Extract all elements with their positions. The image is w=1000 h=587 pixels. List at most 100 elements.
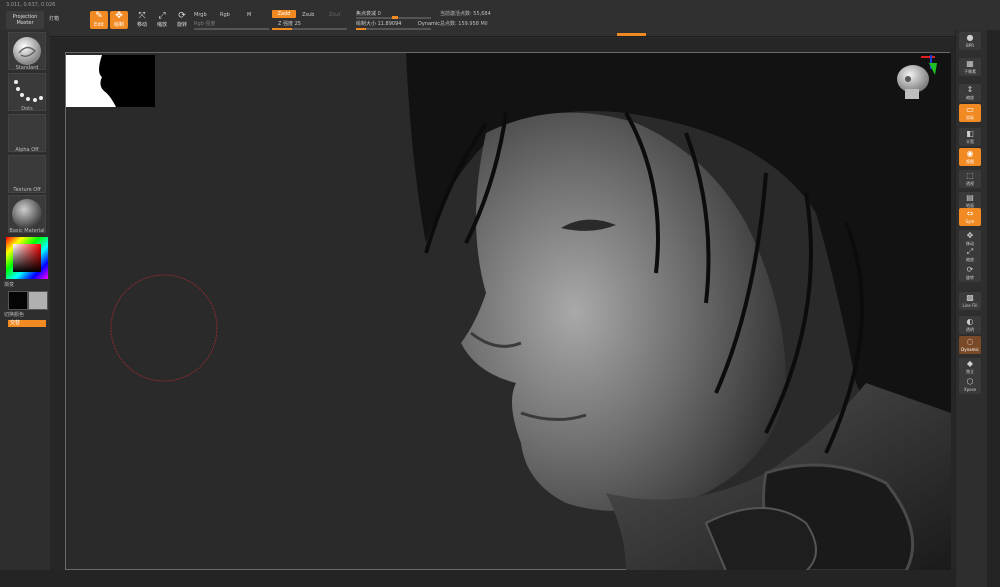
rotate-icon: ⟳ <box>178 11 186 21</box>
document-frame <box>65 52 951 570</box>
floor-icon: ▤ <box>966 193 974 202</box>
color-picker[interactable] <box>6 237 48 279</box>
main-color-swatch[interactable] <box>8 291 28 310</box>
orientation-gizmo[interactable] <box>891 53 937 105</box>
switch-color-button[interactable]: 切换颜色 <box>4 311 44 318</box>
camera-icon: ◉ <box>966 149 974 158</box>
draw-size-fill <box>356 28 366 30</box>
polyf-icon: ▩ <box>966 293 974 302</box>
projection-master-button[interactable]: Projection Master <box>6 11 44 29</box>
active-points-readout: 当前激活点数: 55,684 <box>440 11 491 17</box>
draw-size-track[interactable] <box>356 28 431 30</box>
right-shelf-label-14: 透明 <box>966 327 974 332</box>
material-label: Basic Material <box>9 228 45 234</box>
standard-brush-icon <box>13 37 41 65</box>
solo-icon: ◆ <box>966 359 974 368</box>
right-shelf-label-17: Xpose <box>963 387 977 392</box>
transp-icon: ◐ <box>966 317 974 326</box>
right-shelf-button-5[interactable]: ◧ 半宽 <box>959 128 981 146</box>
edit-icon: ✎ <box>95 11 103 21</box>
lightbox-button[interactable]: 灯箱 <box>49 16 59 22</box>
dynamic-button[interactable]: Dynamic <box>418 21 440 27</box>
right-edge-scroll[interactable] <box>987 30 1000 587</box>
right-shelf-button-7[interactable]: ⬚ 透视 <box>959 170 981 188</box>
total-points-readout: 总点数: 159.958 Mil <box>440 21 488 27</box>
rgb-button[interactable]: Rgb <box>220 12 230 18</box>
right-shelf-button-17[interactable]: ⬡ Xpose <box>959 376 981 394</box>
texture-label: Texture Off <box>13 187 41 193</box>
rotate-button[interactable]: ⟳ 旋转 <box>173 11 191 29</box>
grid-icon: ▦ <box>966 59 974 68</box>
zcut-button[interactable]: Zcut <box>329 12 340 18</box>
material-sphere-icon <box>12 199 42 229</box>
right-shelf-label-16: 独立 <box>966 369 974 374</box>
navigation-thumbnail[interactable] <box>66 55 155 107</box>
move-icon: ⤧ <box>138 11 146 21</box>
color-wheel-icon <box>6 237 48 279</box>
rect-icon: ▭ <box>966 105 974 114</box>
document-tab-indicator[interactable] <box>617 33 646 36</box>
focal-shift-thumb[interactable] <box>392 16 398 19</box>
right-shelf-button-11[interactable]: ⤢ 缩放 <box>959 246 981 264</box>
brush-label: Standard <box>15 65 39 71</box>
right-shelf-button-1[interactable]: ● BPR <box>959 32 981 50</box>
brush-cursor <box>110 274 218 382</box>
zsub-button[interactable]: Zsub <box>302 12 314 18</box>
scale-button[interactable]: ⤢ 缩放 <box>153 11 171 29</box>
ghost-icon: ◌ <box>966 337 974 346</box>
right-shelf-button-13[interactable]: ▩ Line Fill <box>959 292 981 310</box>
mrgb-button[interactable]: Mrgb <box>194 12 207 18</box>
right-shelf-button-3[interactable]: ⇕ 缩放 <box>959 84 981 102</box>
edit-button[interactable]: ✎ Edit <box>90 11 108 29</box>
right-shelf-button-6[interactable]: ◉ 视图 <box>959 148 981 166</box>
left-shelf: Standard Dots Alpha Off Texture Off Basi… <box>0 30 50 587</box>
rgb-intensity-slider[interactable]: Rgb 强度 <box>194 21 215 27</box>
document-canvas[interactable] <box>50 38 955 570</box>
scale-icon: ⤢ <box>966 247 974 256</box>
z-intensity-slider[interactable]: Z 强度 25 <box>278 21 301 27</box>
m-button[interactable]: M <box>247 12 251 18</box>
right-shelf-label-7: 透视 <box>966 181 974 186</box>
scale-icon: ⤢ <box>158 11 166 21</box>
draw-label: 绘制 <box>113 22 124 28</box>
zadd-button[interactable]: Zadd <box>272 10 296 18</box>
sphere-icon: ● <box>966 33 974 42</box>
right-shelf-button-16[interactable]: ◆ 独立 <box>959 358 981 376</box>
alternate-button[interactable]: 交替 <box>8 320 46 327</box>
edit-label: Edit <box>94 22 104 28</box>
draw-size-slider[interactable]: 绘制大小 11.89094 <box>356 21 401 27</box>
right-shelf-label-2: 子像素 <box>964 69 976 74</box>
right-shelf-button-4[interactable]: ▭ 实际 <box>959 104 981 122</box>
right-shelf-label-15: Dynamic <box>961 347 979 352</box>
rgb-intensity-track[interactable] <box>194 28 269 30</box>
halfrect-icon: ◧ <box>966 129 974 138</box>
move-label: 移动 <box>136 22 147 28</box>
right-shelf-label-11: 缩放 <box>966 257 974 262</box>
draw-button[interactable]: ✥ 绘制 <box>110 11 128 29</box>
rotate-label: 旋转 <box>176 22 187 28</box>
right-shelf-label-6: 视图 <box>966 159 974 164</box>
right-shelf: ● BPR ▦ 子像素 ⇕ 缩放 ▭ 实际 ◧ 半宽 ◉ 视图 ⬚ 透视 ▤ 地面 ⇔ Sym ✥ 移动 ⤢ 缩放 ⟳ 旋转 ▩… <box>955 30 988 587</box>
secondary-color-swatch[interactable] <box>28 291 48 310</box>
right-shelf-button-2[interactable]: ▦ 子像素 <box>959 58 981 76</box>
right-shelf-button-15[interactable]: ◌ Dynamic <box>959 336 981 354</box>
gradient-label[interactable]: 渐变 <box>4 281 44 288</box>
draw-icon: ✥ <box>115 11 123 21</box>
right-shelf-label-5: 半宽 <box>966 139 974 144</box>
coordinates-readout: 3.011, 0.637, 0.026 <box>6 2 56 8</box>
move-button[interactable]: ⤧ 移动 <box>133 11 151 29</box>
scale-label: 缩放 <box>156 22 167 28</box>
right-shelf-label-9: Sym <box>965 219 975 224</box>
right-shelf-label-3: 缩放 <box>966 95 974 100</box>
right-shelf-button-12[interactable]: ⟳ 旋转 <box>959 264 981 282</box>
top-toolbar: 3.011, 0.637, 0.026 Projection Master 灯箱… <box>0 0 1000 37</box>
xpose-icon: ⬡ <box>966 377 974 386</box>
perspective-icon: ⬚ <box>966 171 974 180</box>
dots-stroke-icon <box>14 80 43 102</box>
right-shelf-button-14[interactable]: ◐ 透明 <box>959 316 981 334</box>
sym-icon: ⇔ <box>966 209 974 218</box>
right-shelf-button-9[interactable]: ⇔ Sym <box>959 208 981 226</box>
stroke-label: Dots <box>21 106 33 112</box>
move-icon: ✥ <box>966 231 974 240</box>
alpha-label: Alpha Off <box>15 147 39 153</box>
